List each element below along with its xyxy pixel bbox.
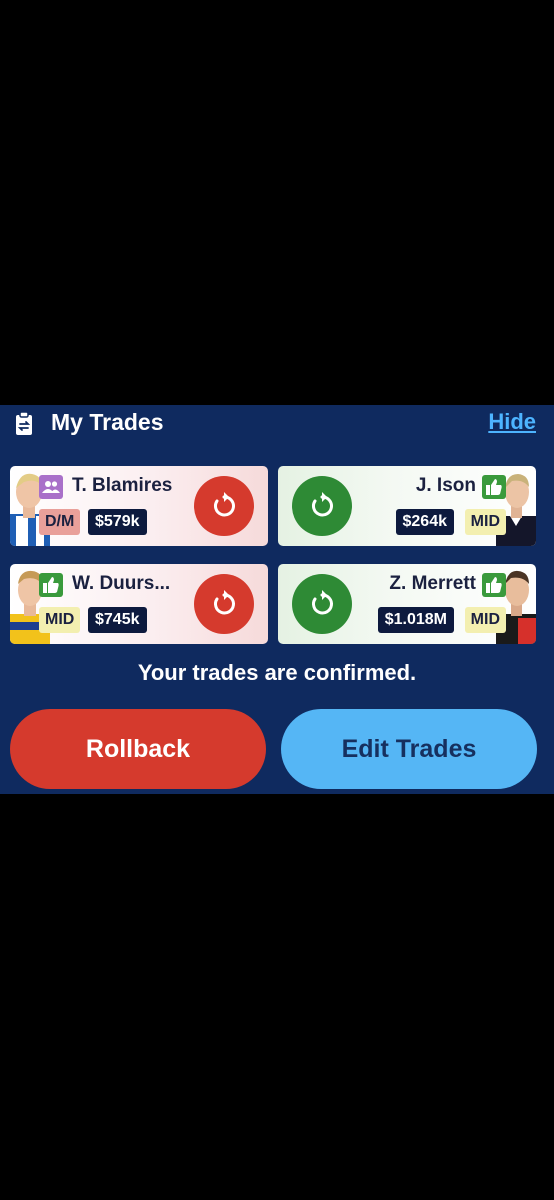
clipboard-trade-icon bbox=[16, 412, 32, 435]
rotate-icon bbox=[214, 492, 235, 517]
position-badge: MID bbox=[464, 607, 506, 633]
price-badge: $1.018M bbox=[377, 607, 454, 633]
panel-title: My Trades bbox=[51, 409, 164, 435]
trade-in-card[interactable]: Z. Merrett MID $1.018M bbox=[278, 564, 536, 644]
price-badge: $264k bbox=[395, 509, 454, 535]
price-badge: $579k bbox=[88, 509, 147, 535]
thumbs-up-icon bbox=[482, 573, 506, 597]
trade-out-card[interactable]: T. Blamires D/M $579k bbox=[10, 466, 268, 546]
price-badge: $745k bbox=[88, 607, 147, 633]
people-icon bbox=[39, 475, 63, 499]
position-badge: D/M bbox=[39, 509, 81, 535]
position-badge: MID bbox=[464, 509, 506, 535]
undo-trade-in-button[interactable] bbox=[292, 476, 352, 536]
rotate-icon bbox=[312, 590, 333, 615]
rotate-icon bbox=[312, 492, 333, 517]
my-trades-panel: My Trades Hide T. Blamires D/M $579k J. … bbox=[0, 405, 554, 794]
rollback-button[interactable]: Rollback bbox=[10, 709, 266, 789]
trade-in-card[interactable]: J. Ison MID $264k bbox=[278, 466, 536, 546]
trade-out-card[interactable]: W. Duurs... MID $745k bbox=[10, 564, 268, 644]
undo-trade-out-button[interactable] bbox=[194, 574, 254, 634]
thumbs-up-icon bbox=[39, 573, 63, 597]
status-message: Your trades are confirmed. bbox=[137, 660, 417, 685]
thumbs-up-icon bbox=[482, 475, 506, 499]
edit-trades-button[interactable]: Edit Trades bbox=[281, 709, 537, 789]
player-name: Z. Merrett bbox=[389, 573, 476, 594]
player-name: T. Blamires bbox=[72, 475, 173, 496]
rotate-icon bbox=[214, 590, 235, 615]
undo-trade-out-button[interactable] bbox=[194, 476, 254, 536]
panel-header: My Trades Hide bbox=[0, 405, 554, 443]
player-name: W. Duurs... bbox=[72, 573, 171, 594]
player-name: J. Ison bbox=[415, 475, 476, 496]
position-badge: MID bbox=[39, 607, 81, 633]
hide-link[interactable]: Hide bbox=[488, 409, 536, 435]
undo-trade-in-button[interactable] bbox=[292, 574, 352, 634]
